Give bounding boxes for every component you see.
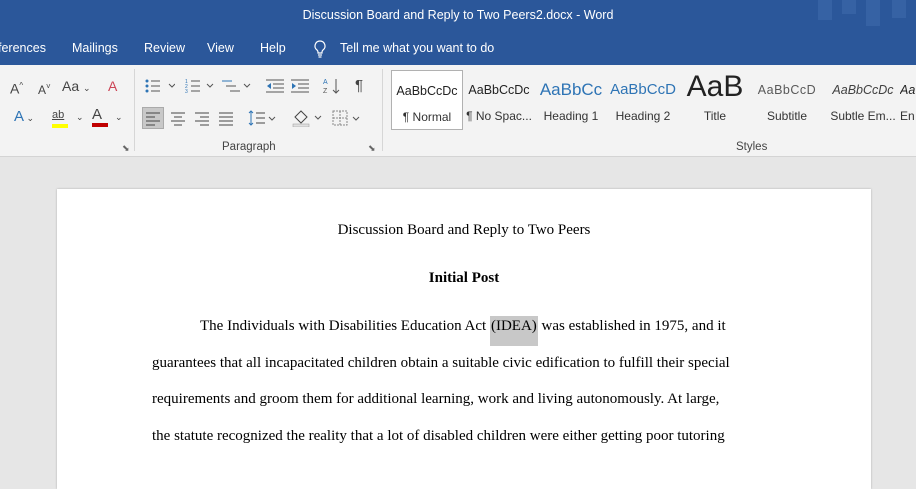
title-decoration xyxy=(842,0,856,14)
text-effects-button[interactable]: A ⌄ xyxy=(14,109,34,126)
style-name: ¶ Normal xyxy=(402,110,452,124)
text-run: was established in 1975, and it xyxy=(537,318,726,334)
style-name: Heading 1 xyxy=(543,109,599,123)
text-run: The Individuals with Disabilities Educat… xyxy=(200,318,490,334)
style-name: Subtle Em... xyxy=(830,109,896,123)
style-subtitle[interactable]: AaBbCcD Subtitle xyxy=(751,70,823,130)
style-sample: AaBbCc xyxy=(539,80,603,99)
paragraph-line[interactable]: guarantees that all incapacitated childr… xyxy=(152,355,730,372)
style-name: Heading 2 xyxy=(615,109,671,123)
tab-view[interactable]: View xyxy=(207,41,234,55)
style-sample: AaB xyxy=(686,70,744,103)
numbering-icon[interactable]: 123 xyxy=(185,78,215,94)
font-color-button[interactable]: A xyxy=(92,107,108,127)
svg-text:3: 3 xyxy=(185,89,188,94)
style-sample: AaBbCcDc xyxy=(468,83,530,97)
ribbon-tabs: ferences Mailings Review View Help Tell … xyxy=(0,32,916,65)
style-sample: AaBbCcDc xyxy=(832,83,894,97)
style-no-spacing[interactable]: AaBbCcDc ¶ No Spac... xyxy=(463,70,535,130)
highlight-color-button[interactable]: ab xyxy=(52,107,68,128)
group-separator xyxy=(134,69,135,151)
change-case-button[interactable]: Aa ⌄ xyxy=(62,78,91,96)
style-title[interactable]: AaB Title xyxy=(679,70,751,130)
title-decoration xyxy=(892,0,906,18)
svg-text:A: A xyxy=(323,79,328,86)
sort-icon[interactable]: AZ xyxy=(323,77,341,95)
style-subtle-emphasis[interactable]: AaBbCcDc Subtle Em... xyxy=(823,70,903,130)
tab-review[interactable]: Review xyxy=(144,41,185,55)
font-color-swatch xyxy=(92,123,108,127)
highlight-swatch xyxy=(52,124,68,128)
bullets-icon[interactable] xyxy=(145,78,175,94)
align-right-icon[interactable] xyxy=(192,108,212,128)
style-emphasis[interactable]: Aa En xyxy=(900,70,916,130)
title-decoration xyxy=(818,0,832,20)
style-normal[interactable]: AaBbCcDc ¶ Normal xyxy=(391,70,463,130)
document-heading[interactable]: Discussion Board and Reply to Two Peers xyxy=(57,222,871,239)
document-subheading[interactable]: Initial Post xyxy=(57,270,871,287)
style-heading-2[interactable]: AaBbCcD Heading 2 xyxy=(607,70,679,130)
paragraph-line[interactable]: The Individuals with Disabilities Educat… xyxy=(200,316,726,346)
tell-me-search[interactable]: Tell me what you want to do xyxy=(340,41,494,55)
paragraph-line[interactable]: the statute recognized the reality that … xyxy=(152,428,725,445)
title-bar: Discussion Board and Reply to Two Peers2… xyxy=(0,0,916,32)
style-sample: AaBbCcDc xyxy=(396,84,458,98)
title-decoration xyxy=(866,0,880,26)
decrease-indent-icon[interactable] xyxy=(266,78,284,94)
selected-text[interactable]: (IDEA) xyxy=(489,316,538,346)
paragraph-line[interactable]: requirements and groom them for addition… xyxy=(152,391,719,408)
styles-gallery: AaBbCcDc ¶ Normal AaBbCcDc ¶ No Spac... … xyxy=(390,70,916,130)
style-heading-1[interactable]: AaBbCc Heading 1 xyxy=(535,70,607,130)
tab-references[interactable]: ferences xyxy=(0,41,46,55)
tab-mailings[interactable]: Mailings xyxy=(72,41,118,55)
increase-indent-icon[interactable] xyxy=(291,78,309,94)
show-formatting-marks-icon[interactable]: ¶ xyxy=(355,78,363,94)
style-name: En xyxy=(900,109,915,123)
multilevel-list-icon[interactable] xyxy=(222,78,252,94)
styles-group-label: Styles xyxy=(736,141,768,153)
document-page[interactable]: Discussion Board and Reply to Two Peers … xyxy=(57,189,871,489)
style-name: ¶ No Spac... xyxy=(466,109,532,123)
style-sample: Aa xyxy=(900,83,916,97)
paragraph-group-label: Paragraph xyxy=(222,141,276,153)
style-sample: AaBbCcD xyxy=(757,83,817,97)
group-separator xyxy=(382,69,383,151)
style-name: Title xyxy=(703,109,727,123)
document-canvas[interactable]: Discussion Board and Reply to Two Peers … xyxy=(0,157,916,489)
svg-text:Z: Z xyxy=(323,88,328,95)
font-dialog-launcher-icon[interactable]: ⬊ xyxy=(122,143,130,154)
chevron-down-icon[interactable]: ⌄ xyxy=(76,109,84,125)
window-title: Discussion Board and Reply to Two Peers2… xyxy=(302,8,614,22)
align-center-icon[interactable] xyxy=(168,108,188,128)
line-spacing-icon[interactable] xyxy=(247,108,277,128)
justify-icon[interactable] xyxy=(216,108,236,128)
chevron-down-icon[interactable]: ⌄ xyxy=(115,109,123,125)
shrink-font-button[interactable]: A˅ xyxy=(38,79,51,98)
align-left-button[interactable] xyxy=(142,107,164,129)
style-sample: AaBbCcD xyxy=(610,81,676,98)
paragraph-dialog-launcher-icon[interactable]: ⬊ xyxy=(368,143,376,154)
style-name: Subtitle xyxy=(766,109,808,123)
lightbulb-icon xyxy=(313,40,327,58)
clear-formatting-button[interactable]: A xyxy=(108,78,117,94)
borders-icon[interactable] xyxy=(331,108,363,128)
tab-help[interactable]: Help xyxy=(260,41,286,55)
grow-font-button[interactable]: A^ xyxy=(10,78,23,97)
shading-icon[interactable] xyxy=(291,107,323,127)
